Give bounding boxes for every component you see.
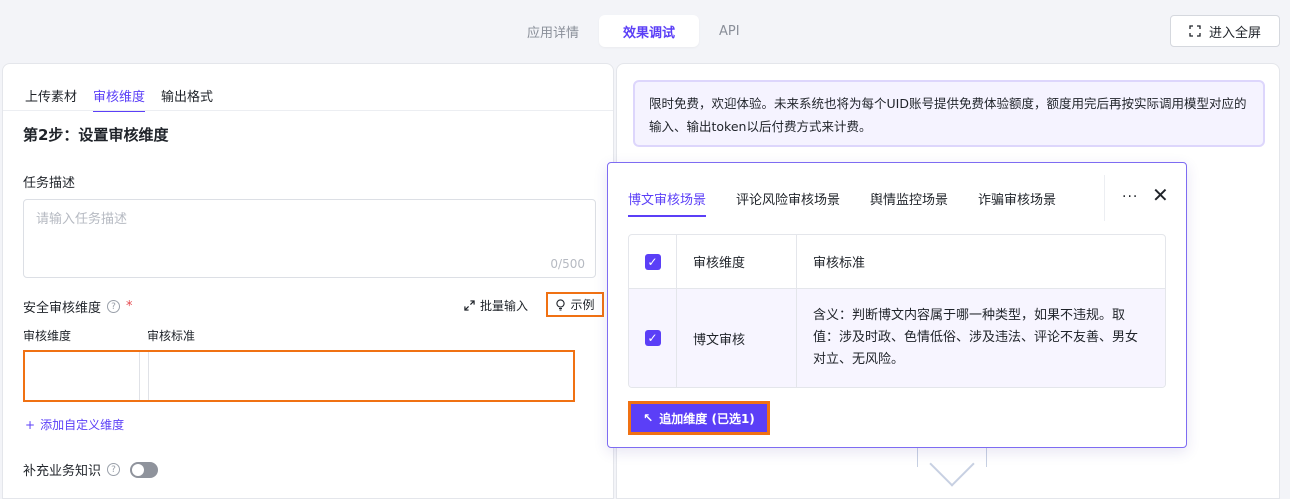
example-button[interactable]: 示例 [546,292,604,317]
header-dimension: 审核维度 [677,235,797,288]
arrow-up-left-icon: ↖ [643,411,654,425]
example-label: 示例 [570,298,595,312]
append-dimension-button[interactable]: ↖ 追加维度 (已选1) [628,401,770,435]
knowledge-label: 补充业务知识 [23,464,102,479]
security-label-text: 安全审核维度 [23,301,102,316]
help-icon[interactable]: ? [107,300,121,313]
task-placeholder: 请输入任务描述 [36,212,128,227]
row-select-cell: ✓ [629,289,677,387]
tab-fraud-review[interactable]: 诈骗审核场景 [978,189,1056,217]
batch-input-label: 批量输入 [480,299,529,313]
step-tabs: 上传素材 审核维度 输出格式 [25,86,213,112]
plus-icon: + [25,417,36,432]
example-table: ✓ 审核维度 审核标准 ✓ 博文审核 含义：判断博文内容属于哪一种类型，如果不违… [628,234,1166,388]
help-icon[interactable]: ? [107,463,121,476]
append-dimension-label: 追加维度 (已选1) [659,411,755,426]
security-dimension-label: 安全审核维度 ? * [23,297,133,316]
tab-output-format[interactable]: 输出格式 [161,86,213,112]
column-header-dimension: 审核维度 [23,329,72,343]
tab-api[interactable]: API [699,15,760,47]
fullscreen-label: 进入全屏 [1208,25,1261,41]
select-all-checkbox[interactable]: ✓ [644,253,661,270]
task-label: 任务描述 [23,176,76,191]
divider [3,110,613,111]
lightbulb-icon [556,298,566,311]
tab-opinion-monitor[interactable]: 舆情监控场景 [870,189,948,217]
tab-upload[interactable]: 上传素材 [25,86,77,112]
dimension-input-row [23,350,575,402]
config-panel: 上传素材 审核维度 输出格式 第2步：设置审核维度 任务描述 请输入任务描述 0… [2,63,614,499]
knowledge-toggle[interactable] [130,461,159,478]
required-mark: * [126,299,133,314]
business-knowledge-row: 补充业务知识 ? [23,460,159,479]
more-icon[interactable]: ··· [1122,189,1138,205]
char-counter: 0/500 [550,257,585,271]
table-header-row: ✓ 审核维度 审核标准 [629,235,1165,289]
row-dimension: 博文审核 [677,289,797,387]
fullscreen-button[interactable]: 进入全屏 [1170,15,1280,47]
column-header-standard: 审核标准 [147,329,196,343]
free-trial-notice: 限时免费，欢迎体验。未来系统也将为每个UID账号提供免费体验额度，额度用完后再按… [633,80,1265,147]
dimension-standard-input[interactable] [148,352,573,400]
example-popup: 博文审核场景 评论风险审核场景 舆情监控场景 诈骗审核场景 ··· ✕ ✓ 审核… [607,162,1187,448]
add-custom-dimension-button[interactable]: + 添加自定义维度 [25,416,124,433]
select-all-cell: ✓ [629,235,677,288]
task-description-input[interactable]: 请输入任务描述 0/500 [23,199,596,278]
close-icon[interactable]: ✕ [1152,185,1169,205]
scenario-tabs: 博文审核场景 评论风险审核场景 舆情监控场景 诈骗审核场景 [628,189,1056,217]
top-tab-bar: 应用详情 效果调试 API [507,15,760,47]
expand-icon [1189,25,1201,37]
tab-blog-review[interactable]: 博文审核场景 [628,189,707,217]
tab-dimension[interactable]: 审核维度 [93,86,146,112]
add-custom-label: 添加自定义维度 [40,418,125,432]
batch-input-button[interactable]: 批量输入 [464,297,528,314]
table-row: ✓ 博文审核 含义：判断博文内容属于哪一种类型，如果不违规。取值：涉及时政、色情… [629,289,1165,387]
row-standard: 含义：判断博文内容属于哪一种类型，如果不违规。取值：涉及时政、色情低俗、涉及违法… [813,308,1139,367]
row-checkbox[interactable]: ✓ [644,330,661,346]
tab-separator [1104,175,1105,221]
expand-icon [464,300,475,311]
tab-comment-risk[interactable]: 评论风险审核场景 [736,189,840,217]
tab-app-details[interactable]: 应用详情 [507,15,599,47]
step-title: 第2步：设置审核维度 [23,126,169,144]
tab-effect-debug[interactable]: 效果调试 [599,15,700,47]
dimension-name-input[interactable] [25,352,140,400]
header-standard: 审核标准 [813,256,866,271]
